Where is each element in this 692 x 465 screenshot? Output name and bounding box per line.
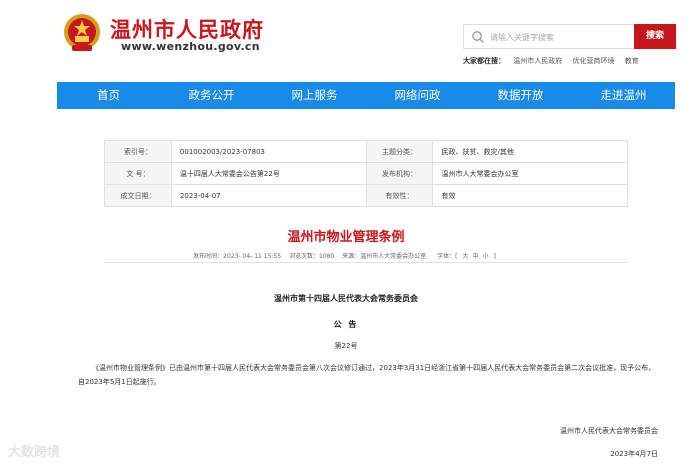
search-icon xyxy=(472,31,484,43)
nav-item-open-data[interactable]: 数据开放 xyxy=(469,82,572,109)
signature-org: 温州市人民代表大会常务委员会 xyxy=(560,427,658,435)
org-label: 发布机构： xyxy=(365,162,434,185)
table-row: 文 号： 温十四届人大常委会公告第22号 发布机构： 温州市人大常委会办公室 xyxy=(104,162,628,185)
view-count: 浏览次数：1080 xyxy=(288,253,335,260)
hot-search-link[interactable]: 优化营商环境 xyxy=(572,57,614,65)
site-header: 温州市人民政府 www.wenzhou.gov.cn 搜索 大家都在搜： 温州市… xyxy=(0,0,692,80)
document-info-table: 索引号： 001002003/2023-07803 主题分类： 民政、扶贫、救灾… xyxy=(104,140,628,207)
publish-time: 发布时间：2023- 04- 11 15:55 xyxy=(193,253,282,260)
signature-date: 2023年4月7日 xyxy=(610,450,658,458)
nav-item-online-inquiry[interactable]: 网络问政 xyxy=(366,82,469,109)
date-value: 2023-04-07 xyxy=(170,184,367,207)
article-title: 温州市物业管理条例 xyxy=(287,230,405,245)
hot-search: 大家都在搜： 温州市人民政府 优化营商环境 教育 xyxy=(463,56,647,66)
issuer-heading: 温州市第十四届人民代表大会常务委员会 xyxy=(274,294,418,303)
main-nav: 首页 政务公开 网上服务 网络问政 数据开放 走进温州 xyxy=(57,82,675,109)
article-meta: 发布时间：2023- 04- 11 15:55 浏览次数：1080 来源：温州市… xyxy=(0,251,692,260)
nav-item-online-services[interactable]: 网上服务 xyxy=(263,82,366,109)
font-size-small-button[interactable]: 小 xyxy=(482,253,488,260)
hot-search-label: 大家都在搜： xyxy=(463,57,505,65)
validity-label: 有效性： xyxy=(365,184,434,207)
table-row: 索引号： 001002003/2023-07803 主题分类： 民政、扶贫、救灾… xyxy=(104,140,628,163)
notice-heading: 公 告 xyxy=(333,320,359,329)
search-input[interactable] xyxy=(490,28,630,46)
org-value: 温州市人大常委会办公室 xyxy=(432,162,628,185)
validity-value: 有效 xyxy=(432,184,628,207)
category-value: 民政、扶贫、救灾/其他 xyxy=(432,140,628,163)
table-row: 成文日期： 2023-04-07 有效性： 有效 xyxy=(104,184,628,207)
font-size-prefix: 字体：[ xyxy=(437,253,458,260)
font-size-suffix: ] xyxy=(493,253,496,260)
national-emblem-icon xyxy=(64,14,100,51)
index-label: 索引号： xyxy=(104,140,172,163)
site-url: www.wenzhou.gov.cn xyxy=(121,40,260,53)
docno-label: 文 号： xyxy=(104,162,172,185)
notice-number: 第22号 xyxy=(334,342,358,350)
font-size-control: 字体：[ 大中小] xyxy=(434,253,499,260)
font-size-large-button[interactable]: 大 xyxy=(462,253,468,260)
hot-search-link[interactable]: 教育 xyxy=(625,57,639,65)
search-button[interactable]: 搜索 xyxy=(634,24,676,49)
article-body: 《温州市物业管理条例》已由温州市第十四届人民代表大会常务委员会第八次会议修订通过… xyxy=(78,364,656,386)
article-source: 来源：温州市人大常委会办公室 xyxy=(342,253,427,260)
font-size-medium-button[interactable]: 中 xyxy=(472,253,478,260)
nav-item-home[interactable]: 首页 xyxy=(57,82,160,109)
hot-search-link[interactable]: 温州市人民政府 xyxy=(513,57,562,65)
nav-item-government-affairs[interactable]: 政务公开 xyxy=(160,82,263,109)
category-label: 主题分类： xyxy=(365,140,434,163)
divider xyxy=(104,262,628,263)
watermark: 大数跨境 xyxy=(8,445,61,460)
nav-item-about-wenzhou[interactable]: 走进温州 xyxy=(572,82,675,109)
docno-value: 温十四届人大常委会公告第22号 xyxy=(170,162,367,185)
index-value: 001002003/2023-07803 xyxy=(170,140,367,163)
date-label: 成文日期： xyxy=(104,184,172,207)
search-box xyxy=(463,24,635,49)
